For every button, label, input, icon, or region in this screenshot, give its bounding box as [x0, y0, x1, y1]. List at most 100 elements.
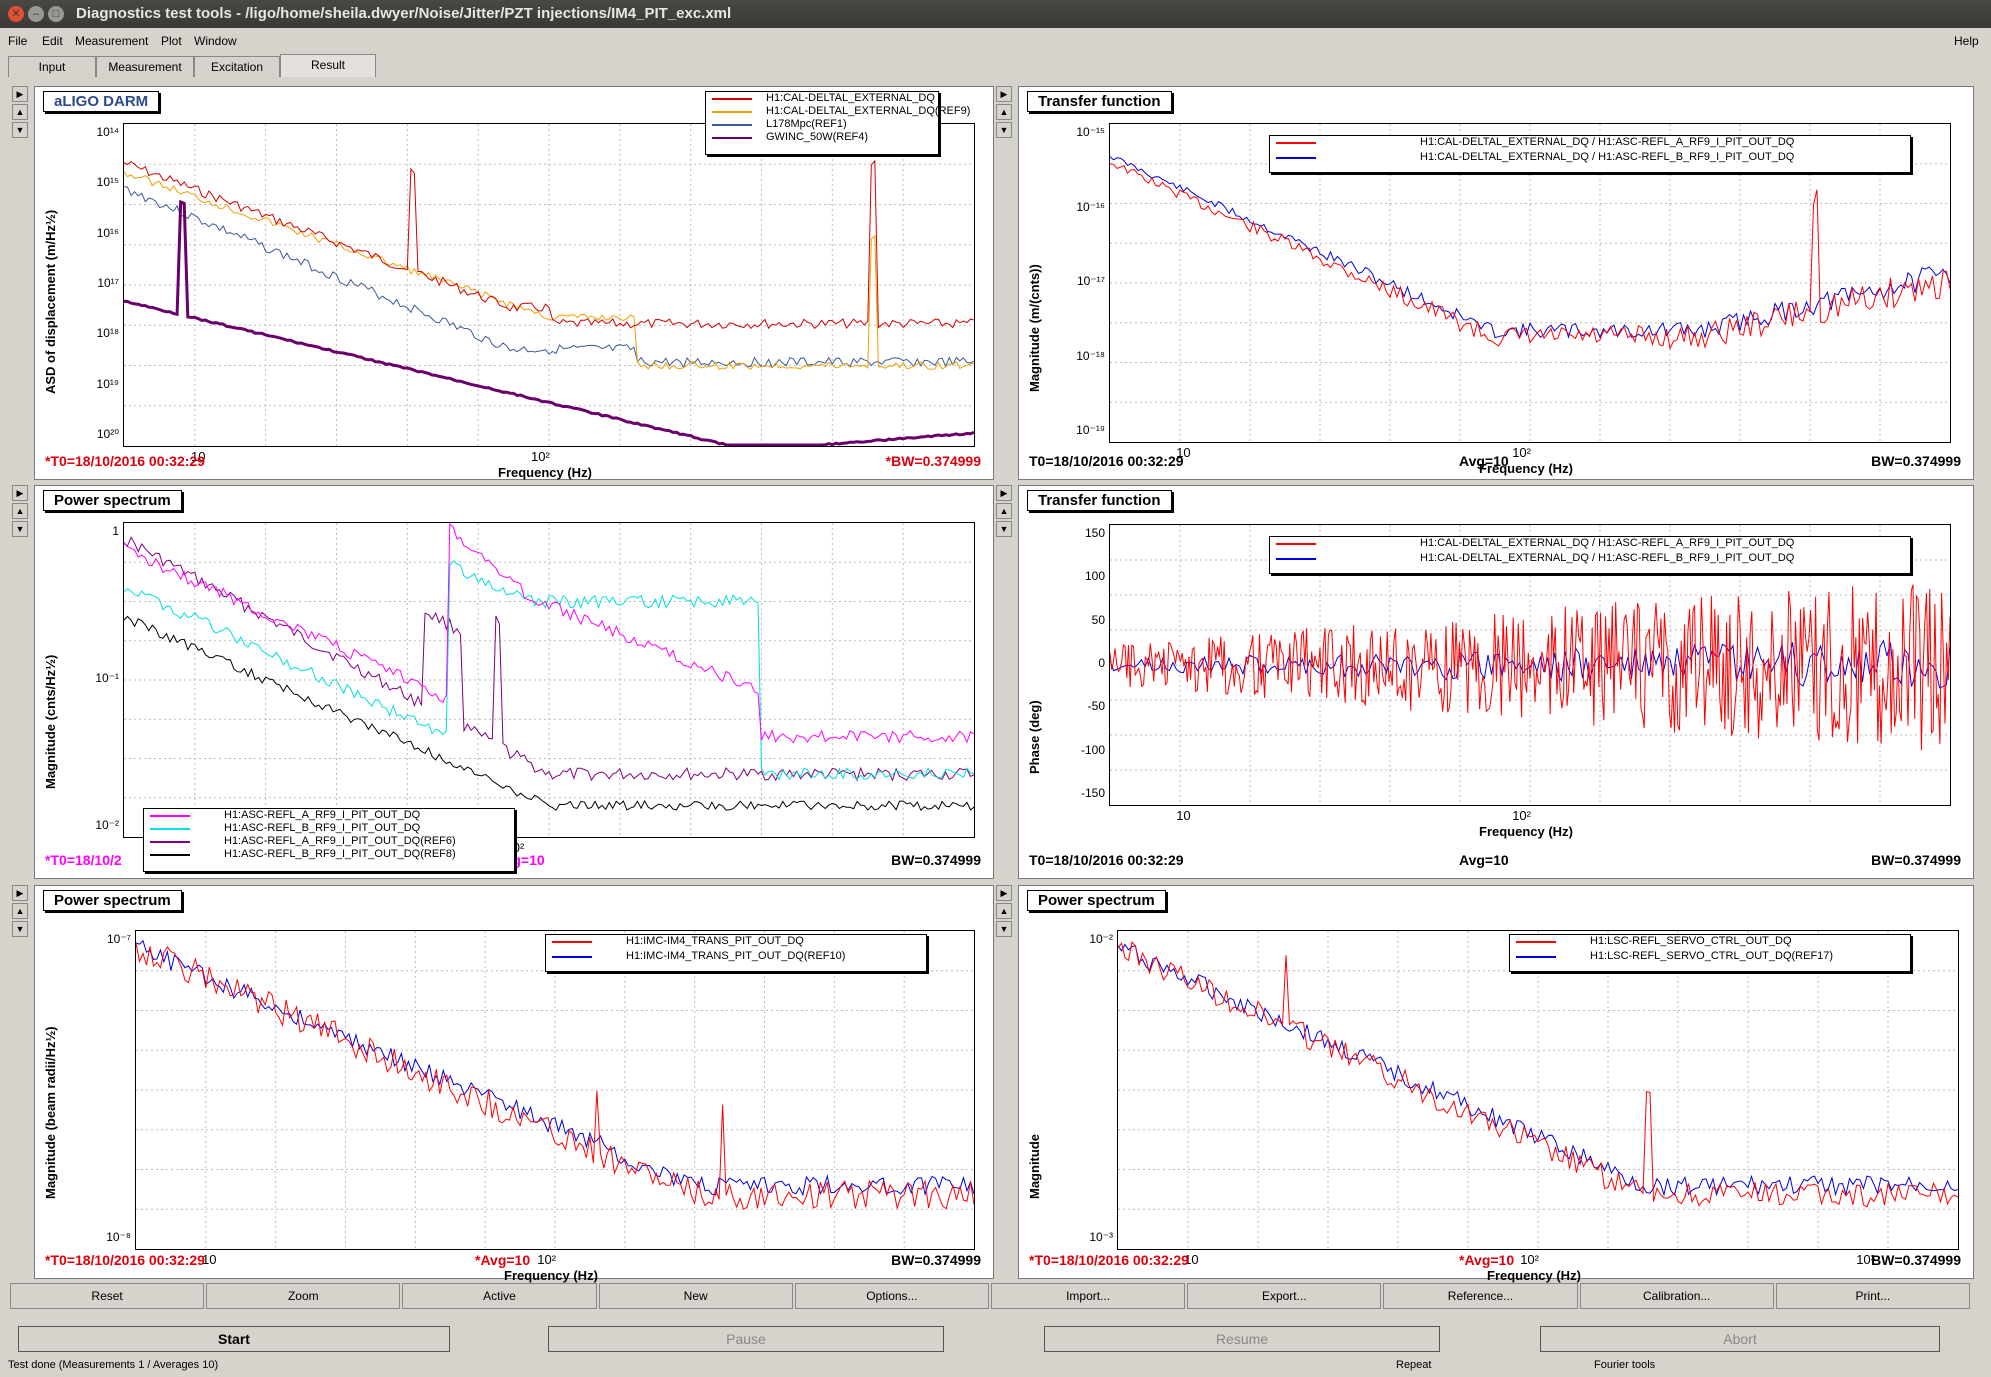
legend-label: L178Mpc(REF1) [766, 118, 847, 130]
legend-entry: H1:IMC-IM4_TRANS_PIT_OUT_DQ [546, 935, 926, 950]
y-tick-label: 150 [1084, 526, 1105, 540]
scroll-down-icon[interactable]: ▼ [12, 921, 28, 937]
x-axis-label: Frequency (Hz) [504, 1268, 598, 1283]
plot-area[interactable] [135, 930, 975, 1250]
abort-button[interactable]: Abort [1540, 1326, 1940, 1352]
plot-pane-4[interactable]: Transfer function Phase (deg) 150 100 50 0 -50… [1018, 485, 1974, 879]
legend-swatch [1276, 558, 1316, 560]
maximize-icon[interactable]: □ [48, 6, 64, 22]
menu-edit[interactable]: Edit [42, 34, 63, 48]
plot-area[interactable] [1117, 930, 1959, 1250]
legend-entry: H1:ASC-REFL_B_RF9_I_PIT_OUT_DQ [144, 822, 514, 835]
scroll-up-icon[interactable]: ▲ [996, 903, 1012, 919]
legend-label: GWINC_50W(REF4) [766, 131, 869, 143]
x-axis-label: Frequency (Hz) [1487, 1268, 1581, 1283]
tab-excitation[interactable]: Excitation [194, 56, 280, 77]
pause-button[interactable]: Pause [548, 1326, 944, 1352]
menu-plot[interactable]: Plot [161, 34, 182, 48]
plot-legend[interactable]: H1:LSC-REFL_SERVO_CTRL_OUT_DQ H1:LSC-REFL… [1509, 934, 1911, 972]
reset-button[interactable]: Reset [10, 1283, 205, 1309]
y-tick-label: 10⁻⁸ [106, 1230, 131, 1244]
plot-area[interactable] [123, 522, 975, 838]
resume-button[interactable]: Resume [1044, 1326, 1440, 1352]
legend-entry: H1:CAL-DELTAL_EXTERNAL_DQ [706, 92, 938, 105]
plot-svg [124, 523, 974, 837]
y-axis-label: Magnitude [1027, 1134, 1042, 1199]
plot-area[interactable] [123, 123, 975, 447]
active-button[interactable]: Active [402, 1283, 597, 1309]
pane-menu-button[interactable]: ▶ [12, 86, 28, 102]
pane-scroll-buttons: ▶ ▲ ▼ [12, 885, 28, 939]
legend-label: H1:CAL-DELTAL_EXTERNAL_DQ / H1:ASC-REFL_… [1420, 537, 1795, 549]
menu-window[interactable]: Window [194, 34, 237, 48]
y-tick-label: 10⁻⁷ [106, 932, 131, 946]
legend-label: H1:CAL-DELTAL_EXTERNAL_DQ / H1:ASC-REFL_… [1420, 151, 1795, 163]
legend-swatch [1276, 157, 1316, 159]
plot-legend[interactable]: H1:CAL-DELTAL_EXTERNAL_DQ / H1:ASC-REFL_… [1269, 536, 1911, 574]
legend-swatch [150, 854, 190, 856]
menu-file[interactable]: File [8, 34, 27, 48]
scroll-up-icon[interactable]: ▲ [12, 903, 28, 919]
legend-swatch [552, 941, 592, 943]
tab-result[interactable]: Result [280, 54, 376, 77]
legend-entry: H1:ASC-REFL_A_RF9_I_PIT_OUT_DQ [144, 809, 514, 822]
scroll-down-icon[interactable]: ▼ [12, 521, 28, 537]
plot-svg [124, 124, 974, 446]
plot-pane-6[interactable]: Power spectrum Magnitude 10⁻² 10⁻³ 10 10² 10³ F… [1018, 885, 1974, 1283]
pane-scroll-buttons: ▶ ▲ ▼ [12, 485, 28, 539]
plot-legend[interactable]: H1:IMC-IM4_TRANS_PIT_OUT_DQ H1:IMC-IM4_TR… [545, 934, 927, 972]
legend-swatch [150, 828, 190, 830]
x-tick-label: 10 [1176, 808, 1191, 823]
y-tick-label: 10¹⁸ [96, 326, 119, 341]
new-button[interactable]: New [598, 1283, 793, 1309]
foot-avg: *Avg=10 [475, 1252, 531, 1268]
plot-legend[interactable]: H1:ASC-REFL_A_RF9_I_PIT_OUT_DQ H1:ASC-REF… [143, 808, 515, 872]
plot-pane-1[interactable]: aLIGO DARM ASD of displacement (m/Hz½) 10¹… [34, 86, 994, 480]
scroll-up-icon[interactable]: ▲ [996, 503, 1012, 519]
plot-pane-5[interactable]: Power spectrum Magnitude (beam radii/Hz½)… [34, 885, 994, 1283]
export-button[interactable]: Export... [1187, 1283, 1382, 1309]
foot-bw: *BW=0.374999 [885, 453, 981, 469]
close-icon[interactable]: ✕ [8, 6, 24, 22]
tab-measurement[interactable]: Measurement [96, 56, 194, 77]
pane-menu-button[interactable]: ▶ [996, 86, 1012, 102]
y-tick-label: 50 [1091, 612, 1105, 627]
scroll-up-icon[interactable]: ▲ [12, 104, 28, 120]
scroll-down-icon[interactable]: ▼ [996, 921, 1012, 937]
plot-legend[interactable]: H1:CAL-DELTAL_EXTERNAL_DQ / H1:ASC-REFL_… [1269, 135, 1911, 173]
y-axis-label: Magnitude (cnts/Hz½) [43, 654, 58, 789]
legend-label: H1:ASC-REFL_A_RF9_I_PIT_OUT_DQ(REF6) [224, 835, 456, 847]
print-button[interactable]: Print... [1775, 1283, 1970, 1309]
trace-4 [124, 199, 974, 446]
plot-pane-2[interactable]: Transfer function Magnitude (m/(cnts)) 10⁻… [1018, 86, 1974, 480]
tab-input[interactable]: Input [8, 56, 96, 77]
legend-swatch [712, 98, 752, 100]
plot-pane-3[interactable]: Power spectrum Magnitude (cnts/Hz½) 1 10⁻¹ 1… [34, 485, 994, 879]
options-button[interactable]: Options... [794, 1283, 989, 1309]
x-tick-label: 10² [531, 449, 550, 464]
minimize-icon[interactable]: – [28, 6, 44, 22]
x-tick-label: 10² [1512, 445, 1531, 460]
import-button[interactable]: Import... [991, 1283, 1186, 1309]
pane-menu-button[interactable]: ▶ [12, 885, 28, 901]
scroll-down-icon[interactable]: ▼ [12, 122, 28, 138]
scroll-up-icon[interactable]: ▲ [12, 503, 28, 519]
pane-menu-button[interactable]: ▶ [996, 885, 1012, 901]
menu-measurement[interactable]: Measurement [75, 34, 148, 48]
pane-menu-button[interactable]: ▶ [996, 485, 1012, 501]
scroll-down-icon[interactable]: ▼ [996, 122, 1012, 138]
menu-help[interactable]: Help [1954, 34, 1979, 48]
zoom-button[interactable]: Zoom [206, 1283, 401, 1309]
foot-bw: BW=0.374999 [891, 852, 981, 868]
reference-button[interactable]: Reference... [1383, 1283, 1578, 1309]
start-button[interactable]: Start [18, 1326, 450, 1352]
calibration-button[interactable]: Calibration... [1579, 1283, 1774, 1309]
y-tick-label: 10⁻² [95, 818, 119, 832]
legend-label: H1:LSC-REFL_SERVO_CTRL_OUT_DQ [1590, 935, 1792, 947]
scroll-up-icon[interactable]: ▲ [996, 104, 1012, 120]
y-tick-label: 10⁻² [1089, 932, 1113, 946]
pane-menu-button[interactable]: ▶ [12, 485, 28, 501]
scroll-down-icon[interactable]: ▼ [996, 521, 1012, 537]
plot-legend[interactable]: H1:CAL-DELTAL_EXTERNAL_DQ H1:CAL-DELTAL_E… [705, 91, 970, 155]
y-tick-label: 10¹⁵ [96, 175, 119, 190]
